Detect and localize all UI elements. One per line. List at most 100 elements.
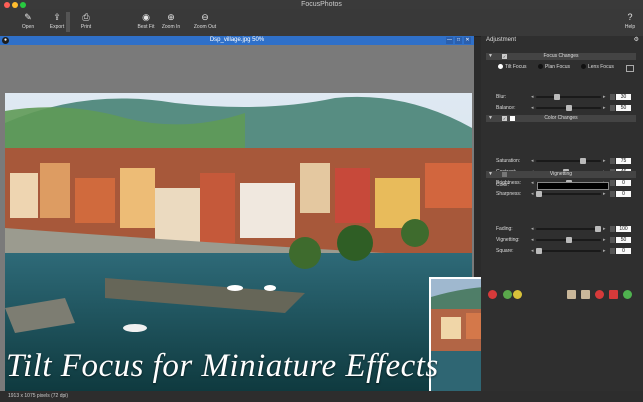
zoom-in-button[interactable]: ⊕ Zoom In bbox=[160, 12, 182, 30]
lens-options-button[interactable] bbox=[626, 65, 634, 72]
slider-increase-arrow[interactable]: ▸ bbox=[603, 247, 606, 255]
vignetting-enable-checkbox[interactable] bbox=[502, 172, 507, 177]
value-stepper[interactable] bbox=[610, 237, 615, 243]
help-button[interactable]: ? Help bbox=[622, 12, 638, 30]
slider-decrease-arrow[interactable]: ◂ bbox=[531, 104, 534, 112]
slider-label: Balance: bbox=[496, 105, 516, 111]
export-button[interactable]: ⇪ Export bbox=[46, 12, 68, 30]
color-balls-icon[interactable] bbox=[503, 290, 512, 299]
slider-increase-arrow[interactable]: ▸ bbox=[603, 190, 606, 198]
help-label: Help bbox=[624, 24, 636, 30]
window-title-bar: FocusPhotos bbox=[0, 0, 643, 9]
focus-enable-checkbox[interactable]: ✓ bbox=[502, 54, 507, 59]
value-stepper[interactable] bbox=[610, 191, 615, 197]
value-stepper[interactable] bbox=[610, 94, 615, 100]
village-photo bbox=[5, 93, 472, 391]
document-menu-icon[interactable]: ● bbox=[2, 37, 9, 44]
slider-row: Fading: ◂ ▸ 100 bbox=[491, 225, 636, 233]
slider-track[interactable] bbox=[536, 94, 601, 100]
document-maximize-button[interactable]: □ bbox=[455, 37, 462, 44]
zoom-out-button[interactable]: ⊖ Zoom Out bbox=[192, 12, 218, 30]
open-button[interactable]: ✎ Open bbox=[20, 12, 36, 30]
color-reset-icon[interactable] bbox=[510, 116, 515, 121]
lens-focus-radio[interactable]: Lens Focus bbox=[581, 64, 614, 71]
cancel-icon[interactable] bbox=[609, 290, 618, 299]
tilt-focus-radio[interactable]: Tilt Focus bbox=[498, 64, 526, 71]
lens-focus-label: Lens Focus bbox=[588, 64, 614, 70]
close-window-button[interactable] bbox=[4, 2, 10, 8]
slider-thumb[interactable] bbox=[565, 237, 572, 243]
print-button[interactable]: ⎙ Print bbox=[78, 12, 94, 30]
document-minimize-button[interactable]: — bbox=[446, 37, 453, 44]
export-preset-icon[interactable] bbox=[581, 290, 590, 299]
slider-thumb[interactable] bbox=[595, 226, 601, 232]
slider-increase-arrow[interactable]: ▸ bbox=[603, 104, 606, 112]
slider-label: Saturation: bbox=[496, 158, 521, 164]
slider-thumb[interactable] bbox=[536, 191, 542, 197]
slider-increase-arrow[interactable]: ▸ bbox=[603, 157, 606, 165]
slider-decrease-arrow[interactable]: ◂ bbox=[531, 225, 534, 233]
apply-checkmark-icon[interactable] bbox=[623, 290, 632, 299]
radio-icon bbox=[581, 64, 586, 70]
effect-preset-icon[interactable] bbox=[488, 290, 497, 299]
slider-value-field[interactable]: 0 bbox=[616, 191, 631, 197]
import-preset-icon[interactable] bbox=[567, 290, 576, 299]
slider-decrease-arrow[interactable]: ◂ bbox=[531, 236, 534, 244]
value-stepper[interactable] bbox=[610, 248, 615, 254]
slider-value-field[interactable]: 100 bbox=[616, 226, 631, 232]
slider-track[interactable] bbox=[536, 158, 601, 164]
best-fit-button[interactable]: ◉ Best Fit bbox=[135, 12, 157, 30]
slider-value-field[interactable]: 0 bbox=[616, 248, 631, 254]
slider-row: Balance: ◂ ▸ 50 bbox=[491, 104, 636, 112]
vignetting-color-swatch[interactable] bbox=[537, 182, 609, 190]
focus-changes-title: Focus Changes bbox=[543, 53, 579, 59]
main-photo[interactable] bbox=[5, 93, 472, 391]
slider-value-field[interactable]: 75 bbox=[616, 158, 631, 164]
slider-value-field[interactable]: 30 bbox=[616, 94, 631, 100]
color-enable-checkbox[interactable]: ✓ bbox=[502, 116, 507, 121]
color-changes-header[interactable]: ▼ ✓ Color Changes bbox=[486, 115, 636, 122]
help-icon: ? bbox=[627, 12, 633, 22]
vignetting-header[interactable]: ▼ Vignetting bbox=[486, 171, 636, 178]
slider-track[interactable] bbox=[536, 105, 601, 111]
slider-decrease-arrow[interactable]: ◂ bbox=[531, 247, 534, 255]
collapse-triangle-icon: ▼ bbox=[488, 171, 493, 177]
slider-decrease-arrow[interactable]: ◂ bbox=[531, 93, 534, 101]
slider-thumb[interactable] bbox=[580, 158, 587, 164]
export-dropdown-arrow[interactable] bbox=[66, 12, 70, 32]
focus-changes-header[interactable]: ▼ ✓ Focus Changes bbox=[486, 53, 636, 60]
slider-decrease-arrow[interactable]: ◂ bbox=[531, 157, 534, 165]
document-close-button[interactable]: ✕ bbox=[464, 37, 471, 44]
slider-label: Sharpness: bbox=[496, 191, 522, 197]
value-stepper[interactable] bbox=[610, 226, 615, 232]
printer-icon: ⎙ bbox=[82, 12, 90, 22]
value-stepper[interactable] bbox=[610, 105, 615, 111]
tilt-focus-label: Tilt Focus bbox=[505, 64, 527, 70]
zoom-window-button[interactable] bbox=[20, 2, 26, 8]
panel-settings-icon[interactable]: ⚙ bbox=[634, 36, 639, 45]
slider-increase-arrow[interactable]: ▸ bbox=[603, 225, 606, 233]
adjustment-header: Adjustment ⚙ bbox=[481, 36, 643, 45]
plan-focus-radio[interactable]: Plan Focus bbox=[538, 64, 570, 71]
slider-value-field[interactable]: 50 bbox=[616, 237, 631, 243]
slider-thumb[interactable] bbox=[565, 105, 572, 111]
slider-track[interactable] bbox=[536, 226, 601, 232]
slider-track[interactable] bbox=[536, 248, 601, 254]
minimize-window-button[interactable] bbox=[12, 2, 18, 8]
slider-value-field[interactable]: 50 bbox=[616, 105, 631, 111]
slider-track[interactable] bbox=[536, 191, 601, 197]
slider-label: Square: bbox=[496, 248, 514, 254]
slider-decrease-arrow[interactable]: ◂ bbox=[531, 190, 534, 198]
zoom-out-icon: ⊖ bbox=[201, 12, 209, 22]
slider-thumb[interactable] bbox=[536, 248, 542, 254]
reset-icon[interactable] bbox=[595, 290, 604, 299]
value-stepper[interactable] bbox=[610, 158, 615, 164]
print-label: Print bbox=[80, 24, 92, 30]
slider-increase-arrow[interactable]: ▸ bbox=[603, 236, 606, 244]
slider-row: Square: ◂ ▸ 0 bbox=[491, 247, 636, 255]
slider-increase-arrow[interactable]: ▸ bbox=[603, 93, 606, 101]
slider-track[interactable] bbox=[536, 237, 601, 243]
export-icon: ⇪ bbox=[53, 12, 61, 22]
slider-thumb[interactable] bbox=[553, 94, 560, 100]
color-balls-2-icon[interactable] bbox=[513, 290, 522, 299]
